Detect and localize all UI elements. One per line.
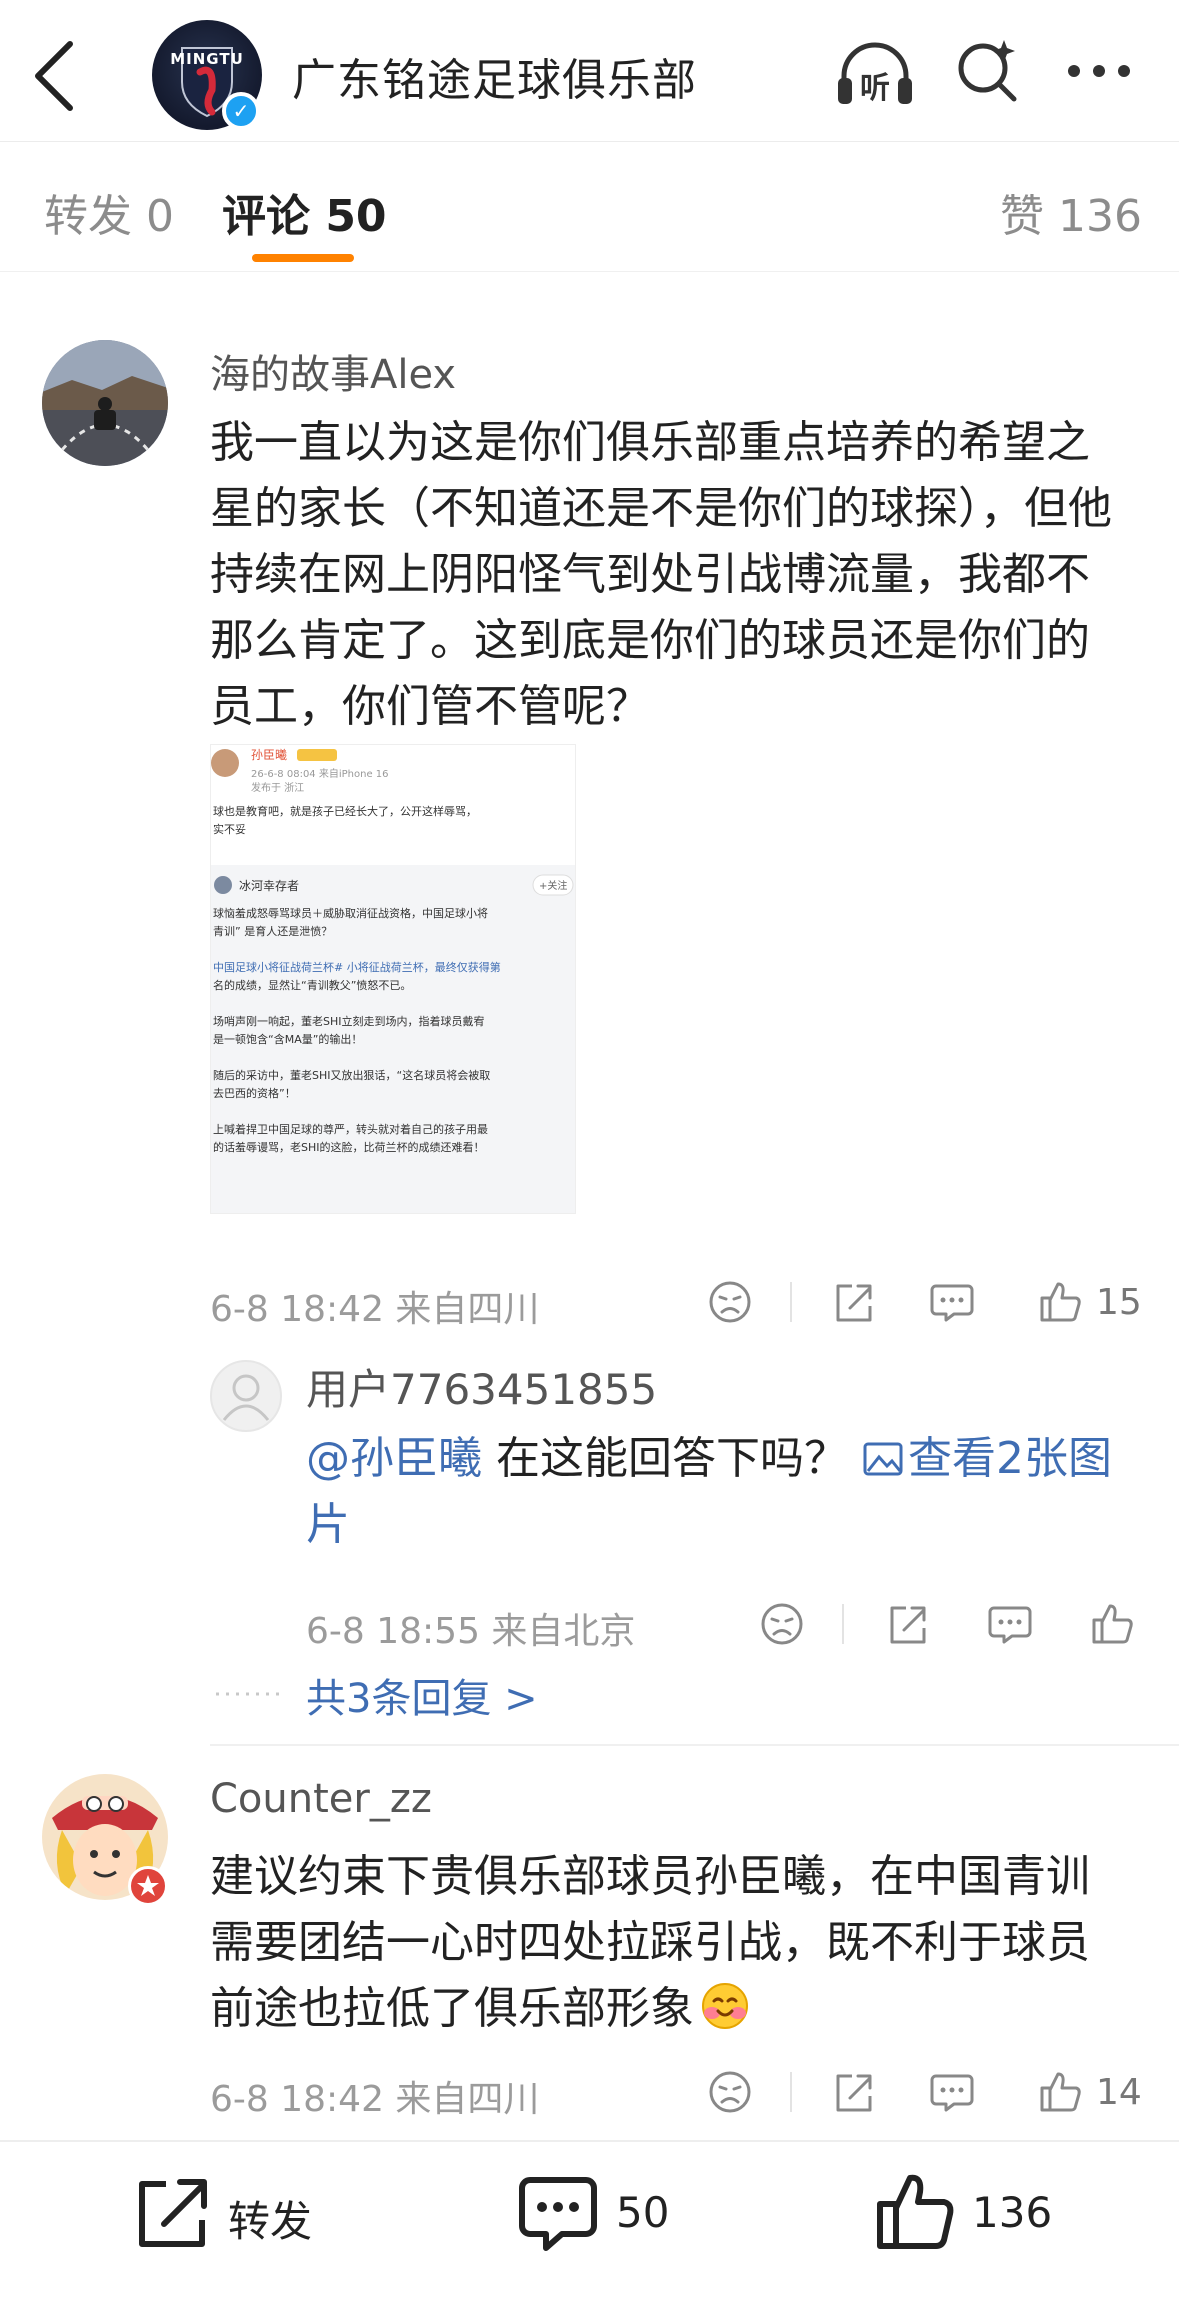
comment-image[interactable]: 孙臣曦 26-6-8 08:04 来自iPhone 16 发布于 浙江 球也是教… bbox=[210, 744, 576, 1214]
reply-mention-link[interactable]: @孙臣曦 bbox=[306, 1433, 482, 1484]
like-count: 15 bbox=[1096, 1282, 1142, 1323]
embed-location: 发布于 浙江 bbox=[251, 781, 304, 794]
comment-bubble-icon[interactable] bbox=[986, 1600, 1034, 1648]
reply-text: 在这能回答下吗？ bbox=[482, 1433, 862, 1484]
search-icon[interactable] bbox=[952, 36, 1022, 106]
listen-headphone-icon[interactable]: 听 bbox=[834, 38, 916, 108]
dislike-face-icon[interactable] bbox=[706, 1278, 754, 1326]
image-icon bbox=[863, 1442, 903, 1476]
separator bbox=[790, 1282, 792, 1322]
like-button[interactable]: 136 bbox=[874, 2170, 1094, 2254]
commenter-avatar[interactable] bbox=[42, 340, 168, 466]
tab-repost[interactable]: 转发 0 bbox=[44, 180, 174, 244]
comments-button[interactable]: 50 bbox=[516, 2170, 716, 2254]
comment-text-content: 建议约束下贵俱乐部球员孙臣曦，在中国青训需要团结一心时四处拉踩引战，既不利于球员… bbox=[210, 1851, 1090, 2034]
hug-emoji-icon bbox=[702, 1983, 748, 2029]
separator bbox=[790, 2072, 792, 2112]
avatar-photo bbox=[42, 340, 168, 466]
embedded-post-screenshot: 孙臣曦 26-6-8 08:04 来自iPhone 16 发布于 浙江 球也是教… bbox=[211, 745, 575, 1213]
default-avatar-icon bbox=[222, 1374, 270, 1421]
like-thumb-icon[interactable] bbox=[1036, 2068, 1084, 2116]
embed-q1: 球恼羞成怒辱骂球员＋威胁取消征战资格，中国足球小将 bbox=[213, 906, 488, 920]
tab-comments[interactable]: 评论 50 bbox=[222, 180, 387, 244]
reply-user[interactable]: 用户7763451855 bbox=[306, 1356, 657, 1417]
tab-bar: 转发 0 评论 50 赞 136 bbox=[0, 142, 1179, 272]
comment-meta-row: 6-8 18:42 来自四川 15 bbox=[210, 1272, 1150, 1332]
like-thumb-icon[interactable] bbox=[1088, 1600, 1136, 1648]
embed-line1: 球也是教育吧，就是孩子已经长大了，公开这样辱骂， bbox=[213, 804, 477, 818]
embed-q8: 去巴西的资格”！ bbox=[213, 1086, 296, 1100]
embed-post-time: 26-6-8 08:04 来自iPhone 16 bbox=[251, 767, 389, 780]
reply-text-block: @孙臣曦 在这能回答下吗？ 查看2张图片 bbox=[306, 1426, 1146, 1558]
dotted-indicator bbox=[214, 1670, 294, 1720]
separator bbox=[842, 1604, 844, 1644]
dislike-face-icon[interactable] bbox=[758, 1600, 806, 1648]
embed-line2: 实不妥 bbox=[213, 822, 246, 836]
commenter-name[interactable]: Counter_zz bbox=[210, 1776, 432, 1822]
embed-q10: 的话羞辱谩骂，老SHI的这脸，比荷兰杯的成绩还难看！ bbox=[213, 1140, 485, 1154]
share-icon[interactable] bbox=[830, 1278, 878, 1326]
embed-follow: +关注 bbox=[539, 879, 567, 892]
page-title: 广东铭途足球俱乐部 bbox=[292, 55, 697, 106]
embed-q6: 是一顿饱含“含MA量”的输出！ bbox=[213, 1032, 362, 1046]
comment-bubble-icon[interactable] bbox=[928, 2068, 976, 2116]
embed-quoted-user: 冰河幸存者 bbox=[239, 879, 299, 893]
more-replies-link[interactable]: 共3条回复 > bbox=[306, 1666, 538, 1724]
share-icon[interactable] bbox=[884, 1600, 932, 1648]
reply-avatar[interactable] bbox=[210, 1360, 282, 1432]
commenter-name[interactable]: 海的故事Alex bbox=[210, 342, 456, 400]
comment-time: 6-8 18:42 来自四川 bbox=[210, 1289, 540, 1330]
repost-label: 转发 bbox=[228, 2197, 313, 2246]
user-badge-icon bbox=[128, 1866, 168, 1906]
likes-count: 136 bbox=[972, 2188, 1053, 2237]
club-logo-text: MINGTU bbox=[170, 50, 244, 68]
verified-badge-icon: ✓ bbox=[222, 92, 260, 130]
comment-time: 6-8 18:42 来自四川 bbox=[210, 2079, 540, 2120]
like-count: 14 bbox=[1096, 2072, 1142, 2113]
embed-q3: 中国足球小将征战荷兰杯# 小将征战荷兰杯，最终仅获得第 bbox=[213, 960, 501, 974]
dislike-face-icon[interactable] bbox=[706, 2068, 754, 2116]
comment-text: 建议约束下贵俱乐部球员孙臣曦，在中国青训需要团结一心时四处拉踩引战，既不利于球员… bbox=[210, 1844, 1130, 2042]
reply-time: 6-8 18:55 来自北京 bbox=[306, 1611, 636, 1652]
more-options-icon[interactable] bbox=[1064, 56, 1134, 86]
comment-meta-row: 6-8 18:42 来自四川 14 bbox=[210, 2062, 1150, 2122]
like-thumb-icon[interactable] bbox=[1036, 1278, 1084, 1326]
comment-divider bbox=[210, 1744, 1179, 1746]
like-thumb-icon bbox=[877, 2174, 954, 2249]
repost-icon bbox=[139, 2179, 207, 2247]
top-navigation-bar: MINGTU ✓ 广东铭途足球俱乐部 听 bbox=[0, 0, 1179, 142]
embed-q2: 青训” 是育人还是泄愤？ bbox=[213, 924, 332, 938]
comment-bubble-icon bbox=[519, 2177, 597, 2251]
embed-q7: 随后的采访中，董老SHI又放出狠话，“这名球员将会被取 bbox=[213, 1068, 490, 1082]
back-arrow-icon[interactable] bbox=[28, 36, 84, 116]
embed-poster: 孙臣曦 bbox=[251, 748, 287, 762]
comment-bubble-icon[interactable] bbox=[928, 1278, 976, 1326]
embed-q4: 名的成绩，显然让“青训教父”愤怒不已。 bbox=[213, 978, 411, 992]
embed-q9: 上喊着捍卫中国足球的尊严，转头就对着自己的孩子用最 bbox=[213, 1122, 488, 1136]
bottom-action-bar: 转发 50 136 bbox=[0, 2140, 1179, 2307]
tab-likes[interactable]: 赞 136 bbox=[1000, 180, 1142, 244]
embed-q5: 场哨声刚一响起，董老SHI立刻走到场内，指着球员戴宥 bbox=[213, 1014, 485, 1028]
share-icon[interactable] bbox=[830, 2068, 878, 2116]
comment-text: 我一直以为这是你们俱乐部重点培养的希望之星的家长（不知道还是不是你们的球探），但… bbox=[210, 417, 1112, 732]
repost-button[interactable]: 转发 bbox=[132, 2170, 332, 2254]
comments-count: 50 bbox=[616, 2188, 670, 2237]
reply-meta-row: 6-8 18:55 来自北京 bbox=[306, 1594, 1146, 1654]
listen-label: 听 bbox=[860, 71, 890, 106]
active-tab-indicator bbox=[252, 254, 354, 262]
